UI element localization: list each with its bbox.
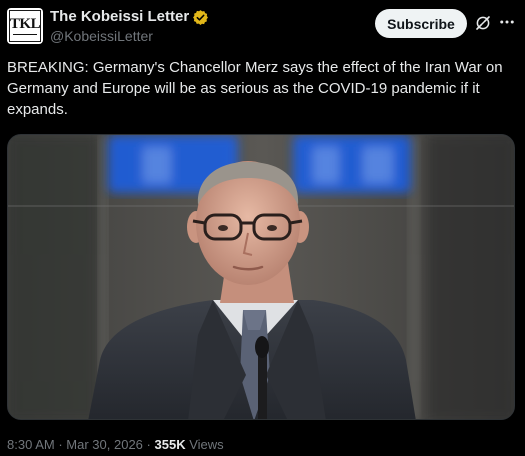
meta-separator: · <box>58 437 63 452</box>
author-info: The Kobeissi Letter @KobeissiLetter <box>50 8 209 45</box>
tweet-time[interactable]: 8:30 AM <box>7 437 55 452</box>
display-name-row: The Kobeissi Letter <box>50 8 209 26</box>
meta-separator: · <box>146 437 151 452</box>
avatar-rule <box>13 34 37 35</box>
grok-icon[interactable] <box>474 14 492 32</box>
tweet-meta: 8:30 AM · Mar 30, 2026 · 355K Views <box>7 437 224 453</box>
tweet-photo[interactable] <box>7 134 515 420</box>
tweet-text: BREAKING: Germany's Chancellor Merz says… <box>7 59 503 118</box>
views-count[interactable]: 355K <box>155 437 186 452</box>
avatar-logo: TKL <box>9 10 41 42</box>
subscribe-button[interactable]: Subscribe <box>375 9 467 38</box>
avatar-text: TKL <box>9 16 41 32</box>
photo-illustration <box>8 135 514 419</box>
avatar[interactable]: TKL <box>7 8 43 44</box>
tweet-date[interactable]: Mar 30, 2026 <box>66 437 143 452</box>
tweet-header: TKL The Kobeissi Letter @KobeissiLetter … <box>0 0 525 52</box>
author-handle[interactable]: @KobeissiLetter <box>50 27 209 45</box>
views-label: Views <box>189 437 224 452</box>
more-horizontal-icon[interactable] <box>497 12 517 32</box>
verified-badge-icon[interactable] <box>192 9 209 26</box>
display-name[interactable]: The Kobeissi Letter <box>50 8 189 26</box>
